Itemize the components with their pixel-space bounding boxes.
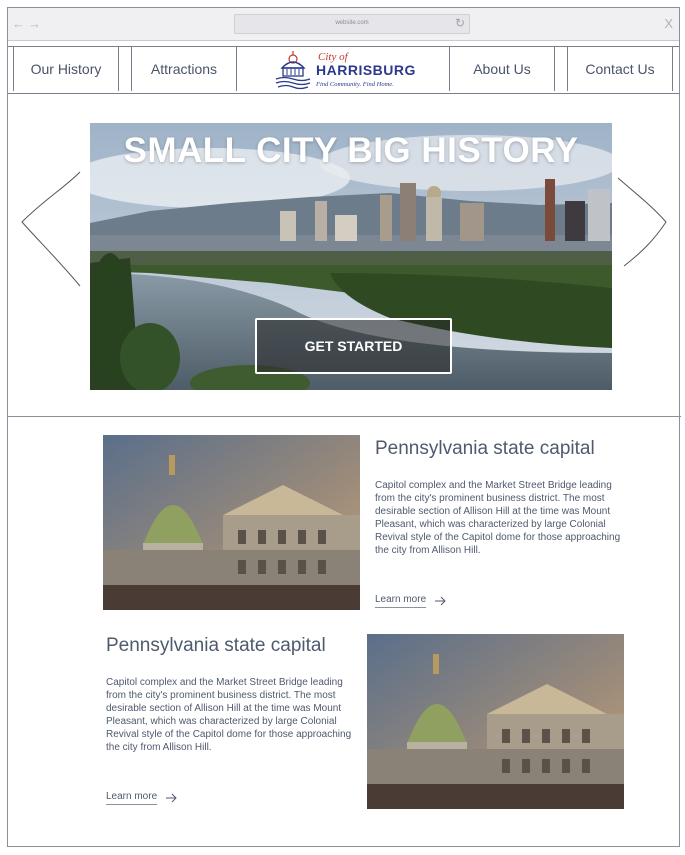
section-divider xyxy=(7,416,681,417)
learn-more-label: Learn more xyxy=(106,791,158,805)
capitol-logo-icon xyxy=(275,51,311,90)
logo-tagline: Find Community. Find Home. xyxy=(316,81,394,88)
main-nav: Our History Attractions About Us Contact… xyxy=(8,46,679,94)
nav-label: Contact Us xyxy=(585,61,655,77)
nav-about-us[interactable]: About Us xyxy=(449,47,555,91)
capitol-photo xyxy=(103,435,360,610)
card-body: Capitol complex and the Market Street Br… xyxy=(375,480,621,556)
nav-our-history[interactable]: Our History xyxy=(13,47,119,91)
card-title: Pennsylvania state capital xyxy=(375,438,595,459)
carousel-next-arrow-icon[interactable] xyxy=(614,170,684,290)
harrisburg-logo[interactable]: City of HARRISBURG Find Community. Find … xyxy=(274,49,416,91)
arrow-right-icon xyxy=(166,793,177,803)
url-text: website.com xyxy=(335,20,369,26)
browser-toolbar: ← → website.com ↻ X xyxy=(8,8,679,41)
capitol-photo xyxy=(367,634,624,809)
card-body: Capitol complex and the Market Street Br… xyxy=(106,677,352,753)
learn-more-link[interactable]: Learn more xyxy=(375,594,446,608)
learn-more-label: Learn more xyxy=(375,594,427,608)
forward-arrow-icon[interactable]: → xyxy=(28,17,41,30)
card-title: Pennsylvania state capital xyxy=(106,635,326,656)
nav-attractions[interactable]: Attractions xyxy=(131,47,237,91)
get-started-button[interactable]: GET STARTED xyxy=(255,318,452,374)
capitol-image xyxy=(103,435,360,610)
nav-label: About Us xyxy=(473,61,531,77)
learn-more-link[interactable]: Learn more xyxy=(106,791,177,805)
capitol-image xyxy=(367,634,624,809)
reload-icon[interactable]: ↻ xyxy=(455,16,465,30)
nav-label: Attractions xyxy=(150,61,218,77)
close-icon[interactable]: X xyxy=(664,16,673,31)
nav-contact-us[interactable]: Contact Us xyxy=(567,47,673,91)
nav-label: Our History xyxy=(30,61,102,77)
logo-name: HARRISBURG xyxy=(316,62,416,78)
hero-banner: SMALL CITY BIG HISTORY GET STARTED xyxy=(90,123,612,390)
address-bar[interactable]: website.com ↻ xyxy=(234,14,470,34)
hero-title: SMALL CITY BIG HISTORY xyxy=(123,131,579,170)
arrow-right-icon xyxy=(435,596,446,606)
carousel-prev-arrow-icon[interactable] xyxy=(14,170,84,290)
back-arrow-icon[interactable]: ← xyxy=(12,17,25,30)
